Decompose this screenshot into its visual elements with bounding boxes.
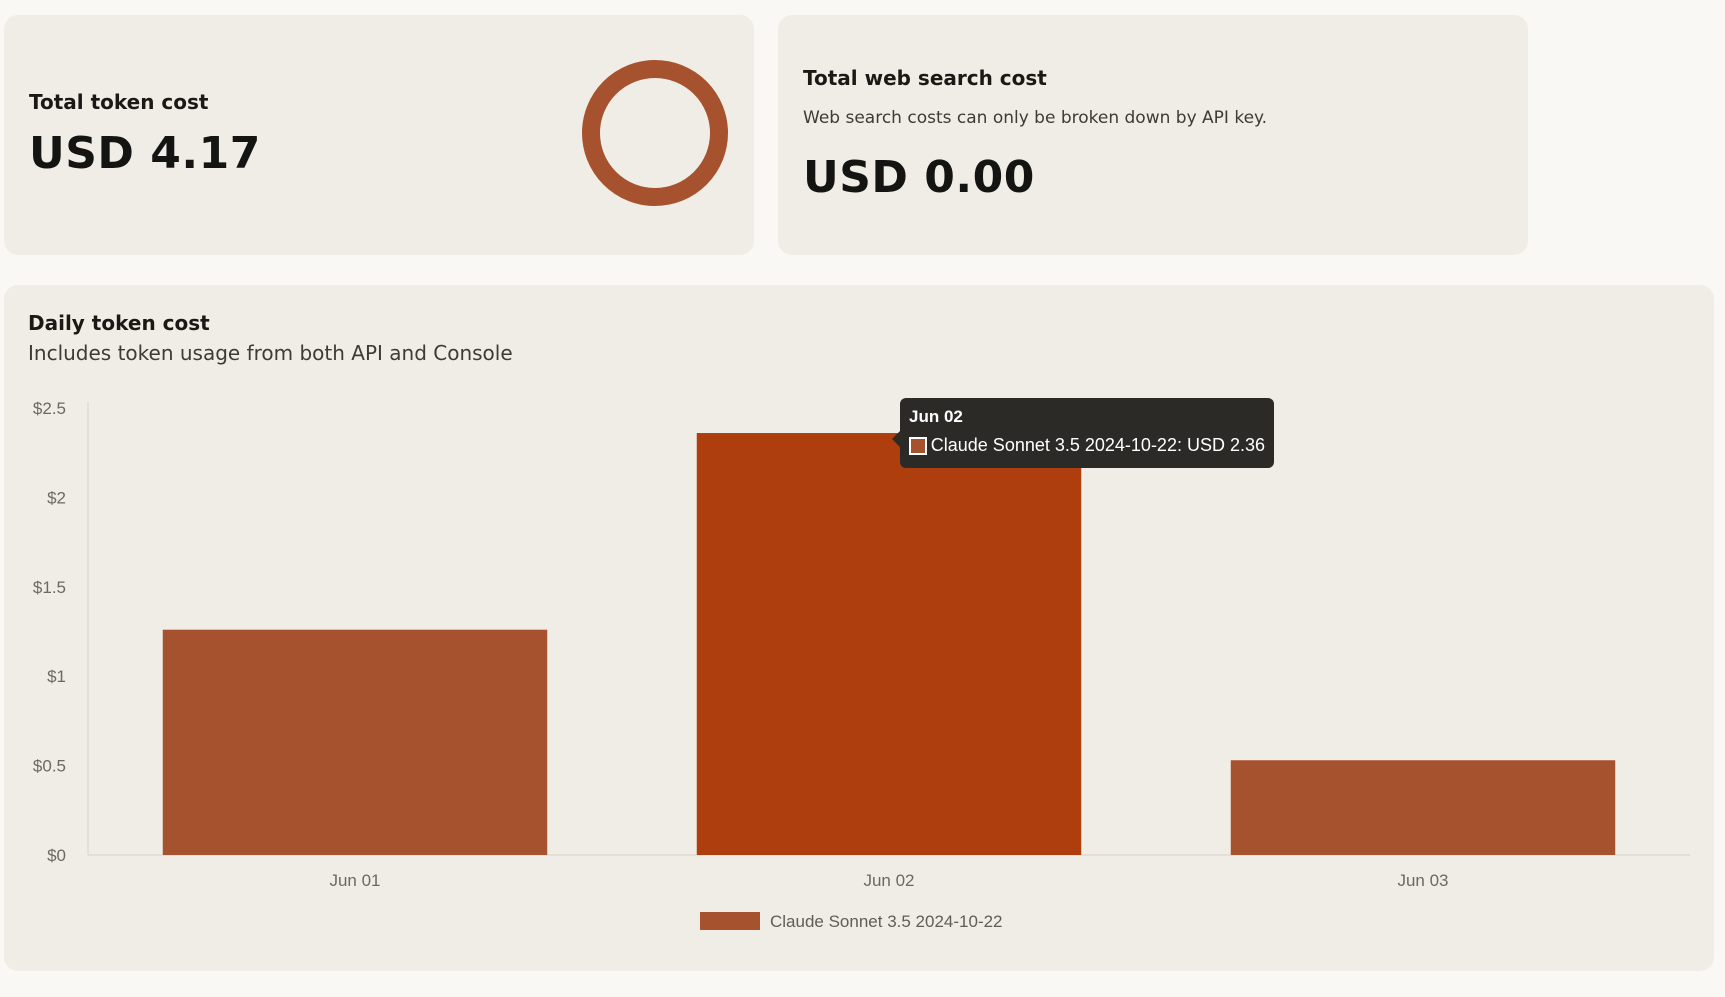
daily-token-cost-bar-chart: $0 $0.5 $1 $1.5 $2 $2.5 Jun 01 Jun 02 Jun 03 Clau… xyxy=(33,399,1690,931)
tooltip-color-swatch xyxy=(909,436,927,455)
legend-swatch xyxy=(700,912,760,930)
y-tick-label: $1 xyxy=(47,667,66,686)
bar-jun-02[interactable] xyxy=(696,433,1082,855)
total-token-cost-value: USD 4.17 xyxy=(29,128,261,179)
y-tick-label: $0 xyxy=(47,846,66,865)
y-tick-label: $0.5 xyxy=(33,757,66,776)
bar-jun-01[interactable] xyxy=(162,629,548,855)
x-tick-label: Jun 01 xyxy=(329,871,380,890)
tooltip-text: Claude Sonnet 3.5 2024-10-22: USD 2.36 xyxy=(930,435,1265,455)
total-web-search-cost-value: USD 0.00 xyxy=(803,152,1035,203)
legend-label[interactable]: Claude Sonnet 3.5 2024-10-22 xyxy=(770,912,1003,931)
donut-segment-claude-sonnet[interactable] xyxy=(582,60,728,206)
total-web-search-cost-title: Total web search cost xyxy=(803,66,1047,90)
tooltip-title: Jun 02 xyxy=(909,407,963,426)
web-search-cost-note: Web search costs can only be broken down… xyxy=(803,108,1268,128)
x-tick-label: Jun 03 xyxy=(1397,871,1448,890)
tooltip-row: Claude Sonnet 3.5 2024-10-22: USD 2.36 xyxy=(909,435,1265,456)
daily-token-cost-card: Daily token cost Includes token usage fr… xyxy=(4,285,1714,971)
total-token-cost-card: Total token cost USD 4.17 xyxy=(4,15,754,255)
total-token-cost-title: Total token cost xyxy=(29,90,209,114)
token-cost-donut-chart[interactable] xyxy=(582,60,728,206)
total-web-search-cost-card: Total web search cost Web search costs c… xyxy=(778,15,1528,255)
y-tick-label: $2.5 xyxy=(33,399,66,418)
y-tick-label: $2 xyxy=(47,488,66,507)
bar-jun-03[interactable] xyxy=(1230,760,1616,855)
chart-tooltip: Jun 02 Claude Sonnet 3.5 2024-10-22: USD… xyxy=(892,398,1274,468)
x-tick-label: Jun 02 xyxy=(863,871,914,890)
y-tick-label: $1.5 xyxy=(33,578,66,597)
